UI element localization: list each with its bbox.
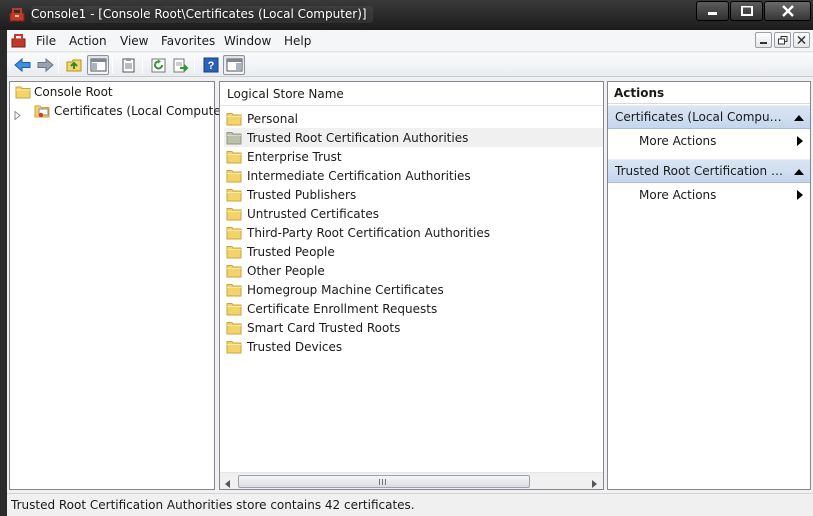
export-list-icon xyxy=(173,58,189,73)
minimize-button[interactable] xyxy=(696,1,729,21)
folder-icon xyxy=(15,86,31,99)
list-item[interactable]: Other People xyxy=(224,261,603,280)
more-actions-link[interactable]: More Actions xyxy=(608,130,810,152)
show-hide-tree-button[interactable] xyxy=(87,55,109,75)
status-text: Trusted Root Certification Authorities s… xyxy=(11,498,415,512)
forward-button[interactable] xyxy=(33,55,55,75)
title-bar[interactable]: Console1 - [Console Root\Certificates (L… xyxy=(0,0,813,30)
actions-section-trusted-root[interactable]: Trusted Root Certification Authorities xyxy=(608,159,810,183)
list-item[interactable]: Untrusted Certificates xyxy=(224,204,603,223)
folder-icon xyxy=(226,207,242,220)
results-list-pane[interactable]: Logical Store Name Personal Trusted Root … xyxy=(219,81,604,490)
actions-pane: Actions Certificates (Local Computer) Mo… xyxy=(607,81,811,490)
folder-icon xyxy=(226,112,242,125)
list-item[interactable]: Trusted Devices xyxy=(224,337,603,356)
up-folder-icon xyxy=(66,59,82,72)
submenu-arrow-icon xyxy=(797,190,803,200)
mmc-toolbox-icon xyxy=(9,7,25,23)
folder-icon xyxy=(226,264,242,277)
close-icon xyxy=(797,36,806,45)
minimize-icon xyxy=(707,12,717,15)
folder-icon xyxy=(226,245,242,258)
properties-button[interactable] xyxy=(117,55,139,75)
column-header-logical-store-name[interactable]: Logical Store Name xyxy=(220,82,603,106)
menu-bar: File Action View Favorites Window Help xyxy=(7,30,813,52)
folder-icon xyxy=(226,226,242,239)
certificates-snapin-icon xyxy=(34,105,50,118)
collapse-up-triangle-icon[interactable] xyxy=(794,115,804,121)
back-arrow-icon xyxy=(14,57,31,73)
actions-section-certificates[interactable]: Certificates (Local Computer) xyxy=(608,105,810,129)
show-hide-action-pane-button[interactable] xyxy=(223,55,245,75)
scroll-left-arrow-icon[interactable] xyxy=(225,477,231,491)
up-one-level-button[interactable] xyxy=(63,55,85,75)
folder-icon xyxy=(226,283,242,296)
list-item[interactable]: Trusted Publishers xyxy=(224,185,603,204)
toolbar: ? xyxy=(7,53,813,77)
console-tree-pane[interactable]: Console Root Certificates (Local Compute… xyxy=(9,81,230,490)
status-bar: Trusted Root Certification Authorities s… xyxy=(7,493,813,516)
back-button[interactable] xyxy=(11,55,33,75)
list-item[interactable]: Enterprise Trust xyxy=(224,147,603,166)
list-item[interactable]: Homegroup Machine Certificates xyxy=(224,280,603,299)
menu-window[interactable]: Window xyxy=(221,33,274,49)
mdi-restore-button[interactable] xyxy=(774,32,791,48)
collapsed-triangle-icon[interactable] xyxy=(14,109,22,123)
menu-file[interactable]: File xyxy=(33,33,59,49)
show-hide-tree-icon xyxy=(90,58,107,72)
submenu-arrow-icon xyxy=(797,136,803,146)
close-icon xyxy=(781,5,794,17)
tree-item-certificates[interactable]: Certificates (Local Computer) xyxy=(33,102,233,120)
close-button[interactable] xyxy=(764,1,811,21)
folder-icon xyxy=(226,150,242,163)
folder-icon xyxy=(226,188,242,201)
mdi-close-button[interactable] xyxy=(793,32,810,48)
menu-view[interactable]: View xyxy=(117,33,151,49)
list-item[interactable]: Certificate Enrollment Requests xyxy=(224,299,603,318)
window-title: Console1 - [Console Root\Certificates (L… xyxy=(31,6,373,23)
tree-item-console-root[interactable]: Console Root xyxy=(15,83,116,101)
folder-icon xyxy=(226,321,242,334)
folder-icon xyxy=(226,131,242,144)
menu-help[interactable]: Help xyxy=(281,33,314,49)
export-list-button[interactable] xyxy=(169,55,191,75)
maximize-button[interactable] xyxy=(730,1,763,21)
svg-text:?: ? xyxy=(208,60,215,72)
restore-icon xyxy=(778,36,788,45)
refresh-icon xyxy=(151,58,166,73)
minimize-icon xyxy=(760,42,767,44)
maximize-icon xyxy=(740,6,753,16)
folder-icon xyxy=(226,302,242,315)
list-item[interactable]: Smart Card Trusted Roots xyxy=(224,318,603,337)
refresh-button[interactable] xyxy=(147,55,169,75)
list-item[interactable]: Personal xyxy=(224,109,603,128)
help-icon: ? xyxy=(203,57,219,73)
horizontal-scrollbar[interactable] xyxy=(220,472,603,489)
scroll-right-arrow-icon[interactable] xyxy=(591,477,597,491)
actions-title: Actions xyxy=(608,82,810,104)
menu-action[interactable]: Action xyxy=(66,33,110,49)
more-actions-link[interactable]: More Actions xyxy=(608,184,810,206)
forward-arrow-icon xyxy=(37,57,54,73)
scrollbar-thumb[interactable] xyxy=(238,475,530,488)
menu-favorites[interactable]: Favorites xyxy=(158,33,218,49)
scrollbar-grip-icon xyxy=(379,479,388,485)
list-item[interactable]: Intermediate Certification Authorities xyxy=(224,166,603,185)
mdi-minimize-button[interactable] xyxy=(755,32,772,48)
mmc-client-area: File Action View Favorites Window Help ?… xyxy=(7,30,813,516)
mmc-document-icon[interactable] xyxy=(11,33,27,49)
list-item[interactable]: Third-Party Root Certification Authoriti… xyxy=(224,223,603,242)
properties-icon xyxy=(122,58,135,73)
help-button[interactable]: ? xyxy=(199,55,221,75)
list-item[interactable]: Trusted People xyxy=(224,242,603,261)
folder-icon xyxy=(226,340,242,353)
list-item[interactable]: Trusted Root Certification Authorities xyxy=(224,128,603,147)
collapse-up-triangle-icon[interactable] xyxy=(794,169,804,175)
show-hide-action-pane-icon xyxy=(226,58,243,72)
folder-icon xyxy=(226,169,242,182)
